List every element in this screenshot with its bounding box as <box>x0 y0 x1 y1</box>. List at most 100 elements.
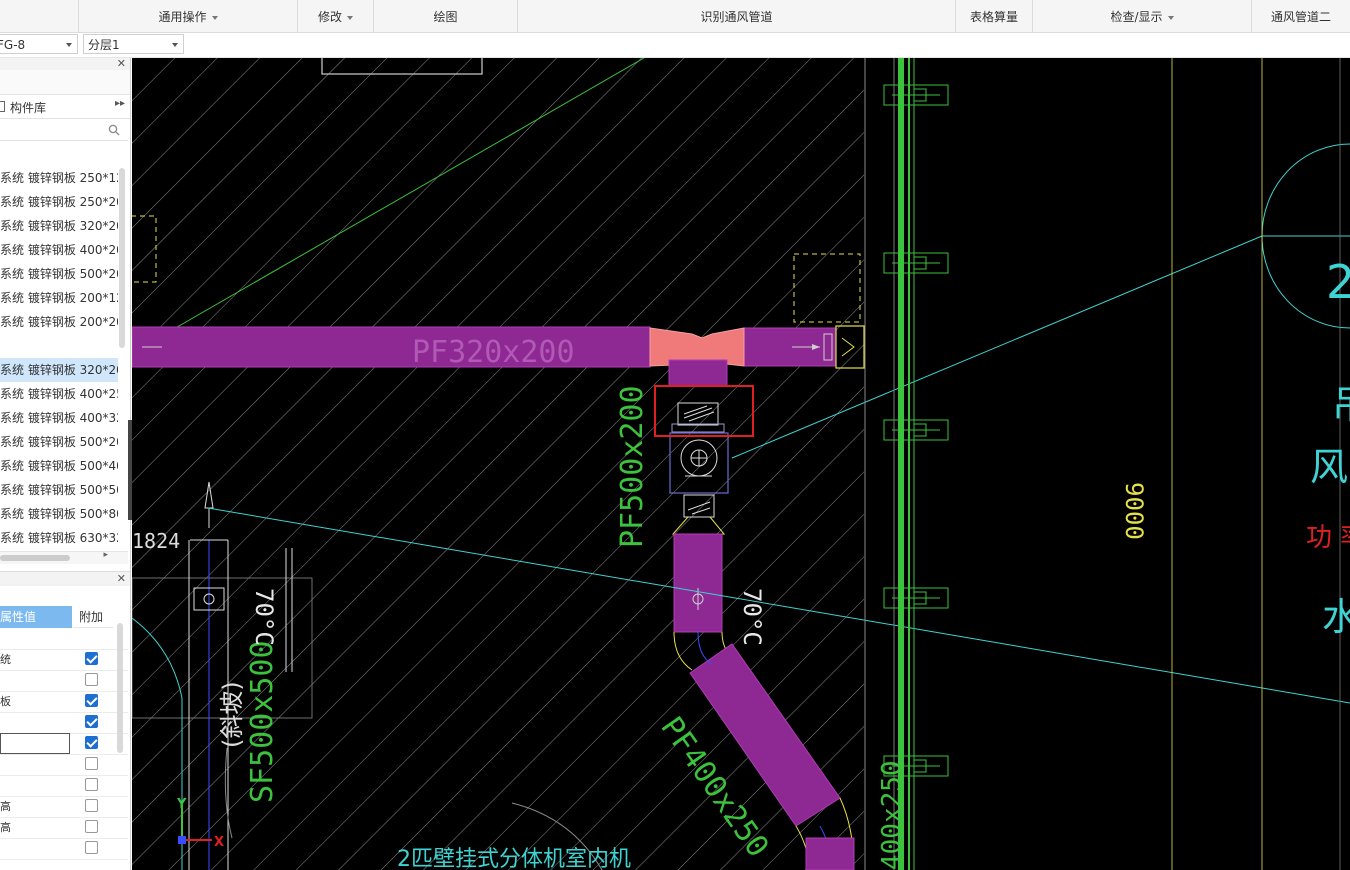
search-icon[interactable] <box>108 124 120 136</box>
chevron-down-icon <box>66 43 72 47</box>
temp-label: 70°C <box>250 588 278 646</box>
property-row[interactable]: 统 <box>0 649 128 671</box>
selector-bar: FG-8 分层1 <box>0 33 1350 58</box>
component-list-item[interactable]: 系统 镀锌钢板 500*500 <box>0 478 118 502</box>
component-panel-header: ✕ <box>0 57 130 70</box>
room-label-water: 水 <box>1322 595 1350 639</box>
ribbon-general-ops[interactable]: 通用操作 <box>79 0 298 32</box>
scroll-thumb[interactable] <box>0 555 70 561</box>
property-checkbox[interactable] <box>85 820 98 833</box>
property-value[interactable]: 板 <box>0 691 70 712</box>
component-list-item[interactable]: 系统 镀锌钢板 320*200 <box>0 214 118 238</box>
ribbon-table-calc[interactable]: 表格算量 <box>956 0 1033 32</box>
component-list-item[interactable]: 系统 镀锌钢板 500*200 <box>0 262 118 286</box>
left-panel: ✕ 构件库 ▸▸ 系统 镀锌钢板 250*120系统 镀锌钢板 250*200系… <box>0 57 131 870</box>
scroll-right-icon[interactable]: ▸ <box>103 550 108 560</box>
property-checkbox[interactable] <box>85 757 98 770</box>
ribbon-modify[interactable]: 修改 <box>298 0 374 32</box>
component-list-item[interactable]: 系统 镀锌钢板 500*200 <box>0 430 118 454</box>
property-value[interactable]: 高 <box>0 796 70 817</box>
list-scrollbar[interactable] <box>119 168 125 348</box>
room-label: 风 <box>1310 445 1348 489</box>
room-label-hang: 吊 <box>1332 383 1350 427</box>
property-row[interactable]: 高 <box>0 817 128 839</box>
cad-drawing: PF320x200 PF500x200 PF400x250 SF500x500 … <box>132 58 1350 870</box>
property-row[interactable]: 板 <box>0 691 128 713</box>
property-value[interactable] <box>0 670 70 691</box>
close-icon[interactable]: ✕ <box>117 57 126 70</box>
duct-label-sf500: SF500x500 <box>245 640 280 803</box>
property-scrollbar[interactable] <box>117 623 123 753</box>
expand-icon[interactable]: ▸▸ <box>115 98 125 109</box>
elevation-label: 1824 <box>132 529 180 553</box>
duct-branch-neck[interactable] <box>668 359 728 387</box>
property-value[interactable]: 高 <box>0 817 70 838</box>
floor-select[interactable]: FG-8 <box>0 34 78 54</box>
component-list-item[interactable] <box>0 334 118 358</box>
ribbon-identify-duct[interactable]: 识别通风管道 <box>518 0 956 32</box>
property-checkbox[interactable] <box>85 673 98 686</box>
ribbon-check-display[interactable]: 检查/显示 <box>1033 0 1252 32</box>
property-value[interactable]: 统 <box>0 649 70 670</box>
layer-select-value: 分层1 <box>88 38 120 52</box>
component-list-item[interactable]: 系统 镀锌钢板 320*200 <box>0 358 118 382</box>
property-value[interactable] <box>0 754 70 775</box>
component-list-item[interactable]: 系统 镀锌钢板 500*400 <box>0 454 118 478</box>
component-search-input[interactable] <box>0 120 128 141</box>
library-label: 构件库 <box>10 101 47 115</box>
floor-select-value: FG-8 <box>0 38 26 52</box>
property-checkbox[interactable] <box>85 736 98 749</box>
component-list: 系统 镀锌钢板 250*120系统 镀锌钢板 250*200系统 镀锌钢板 32… <box>0 166 118 550</box>
property-row[interactable]: 高 <box>0 796 128 818</box>
room-number: 2 <box>1326 255 1350 309</box>
property-checkbox[interactable] <box>85 841 98 854</box>
component-list-item[interactable]: 系统 镀锌钢板 200*200 <box>0 310 118 334</box>
component-list-item[interactable]: 系统 镀锌钢板 250*120 <box>0 166 118 190</box>
property-row[interactable] <box>0 754 128 776</box>
duct-label-right: 400x250 <box>877 760 907 870</box>
library-bar[interactable]: 构件库 ▸▸ <box>0 96 130 119</box>
property-value[interactable] <box>0 628 70 649</box>
property-checkbox[interactable] <box>85 652 98 665</box>
property-value[interactable] <box>0 712 70 733</box>
ribbon-identify-duct-label: 识别通风管道 <box>700 10 773 24</box>
component-list-item[interactable]: 系统 镀锌钢板 400*250 <box>0 382 118 406</box>
property-value[interactable] <box>0 838 70 859</box>
ribbon-table-calc-label: 表格算量 <box>969 10 1018 24</box>
property-row[interactable] <box>0 628 128 650</box>
property-checkbox[interactable] <box>85 799 98 812</box>
property-row[interactable] <box>0 712 128 734</box>
component-list-item[interactable]: 系统 镀锌钢板 630*320 <box>0 526 118 550</box>
chevron-down-icon <box>347 15 353 20</box>
layer-select[interactable]: 分层1 <box>83 34 184 54</box>
cad-canvas[interactable]: PF320x200 PF500x200 PF400x250 SF500x500 … <box>132 58 1350 870</box>
property-row[interactable] <box>0 733 128 755</box>
component-panel-tabs <box>0 70 130 95</box>
green-wall <box>898 58 904 870</box>
ribbon-duct-two[interactable]: 通风管道二 <box>1252 0 1350 32</box>
equipment-note: 2匹壁挂式分体机室内机 <box>397 847 631 870</box>
duct-label-pf320: PF320x200 <box>412 335 575 370</box>
ucs-x-label: X <box>214 835 224 850</box>
property-row[interactable] <box>0 670 128 692</box>
component-list-item[interactable]: 系统 镀锌钢板 400*320 <box>0 406 118 430</box>
property-value[interactable] <box>0 733 70 754</box>
close-icon[interactable]: ✕ <box>117 572 126 585</box>
component-list-item[interactable]: 系统 镀锌钢板 200*120 <box>0 286 118 310</box>
ribbon-draw[interactable]: 绘图 <box>374 0 518 32</box>
duct-pf500x200[interactable] <box>673 533 723 633</box>
chevron-down-icon <box>172 43 178 47</box>
property-table: 统板高高 <box>0 628 128 868</box>
property-checkbox[interactable] <box>85 715 98 728</box>
property-value[interactable] <box>0 775 70 796</box>
component-list-item[interactable]: 系统 镀锌钢板 400*200 <box>0 238 118 262</box>
property-checkbox[interactable] <box>85 694 98 707</box>
component-list-item[interactable]: 系统 镀锌钢板 250*200 <box>0 190 118 214</box>
property-row[interactable] <box>0 838 128 860</box>
property-checkbox[interactable] <box>85 778 98 791</box>
horizontal-scrollbar[interactable]: ▸ <box>0 550 128 564</box>
duct-pf320x200-right[interactable] <box>743 327 837 367</box>
property-row[interactable] <box>0 775 128 797</box>
duct-bottom[interactable] <box>805 837 855 870</box>
component-list-item[interactable]: 系统 镀锌钢板 500*800 <box>0 502 118 526</box>
